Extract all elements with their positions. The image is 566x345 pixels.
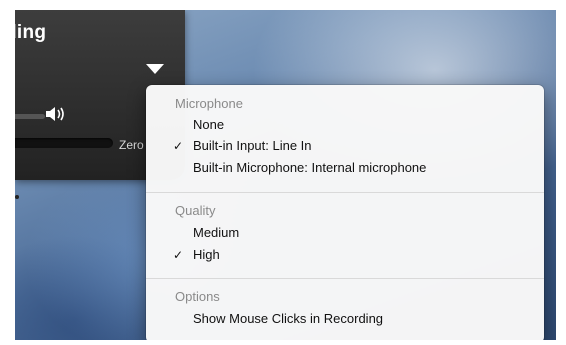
menu-item-label: Medium xyxy=(193,225,240,240)
audio-level-meter xyxy=(15,138,113,148)
recording-size-readout: Zero xyxy=(119,138,144,152)
menu-item-show-mouse-clicks[interactable]: Show Mouse Clicks in Recording xyxy=(146,310,556,328)
menu-item-label: Built-in Input: Line In xyxy=(193,138,312,153)
menu-header-microphone: Microphone xyxy=(175,96,243,111)
menu-item-label: High xyxy=(193,247,220,262)
menu-item-built-in-microphone[interactable]: Built-in Microphone: Internal microphone xyxy=(146,159,556,177)
checkmark-icon: ✓ xyxy=(173,248,184,262)
menu-item-label: Show Mouse Clicks in Recording xyxy=(193,311,384,326)
menu-item-label: Built-in Microphone: Internal microphone xyxy=(193,160,427,175)
menu-item-quality-medium[interactable]: Medium xyxy=(146,224,556,242)
options-arrow-button[interactable] xyxy=(144,62,166,80)
menu-header-options: Options xyxy=(175,289,220,304)
desktop-marker xyxy=(15,195,19,199)
speaker-icon xyxy=(45,105,67,128)
menu-item-built-in-line-in[interactable]: ✓ Built-in Input: Line In xyxy=(146,137,556,155)
recording-window-title-text: ding xyxy=(15,22,47,43)
menu-item-quality-high[interactable]: ✓ High xyxy=(146,246,556,264)
menu-item-microphone-none[interactable]: None xyxy=(146,116,556,134)
desktop-background: ding Zero Microphone None ✓ Built-in Inpu… xyxy=(15,10,556,340)
options-menu: Microphone None ✓ Built-in Input: Line In… xyxy=(146,85,544,340)
chevron-down-icon xyxy=(146,64,164,74)
checkmark-icon: ✓ xyxy=(173,139,184,153)
menu-header-quality: Quality xyxy=(175,203,216,218)
recording-window-title: ding xyxy=(15,22,175,44)
menu-separator xyxy=(146,278,544,279)
menu-item-label: None xyxy=(193,117,225,132)
menu-separator xyxy=(146,192,544,193)
volume-slider[interactable] xyxy=(15,114,45,119)
